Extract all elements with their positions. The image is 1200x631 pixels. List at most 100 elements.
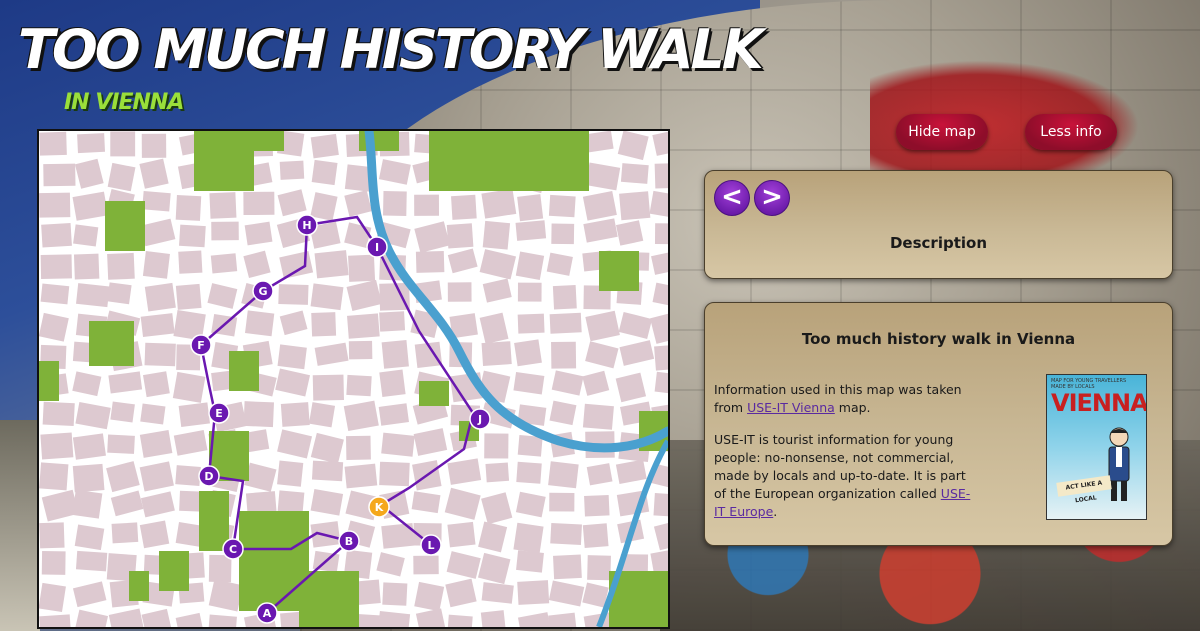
walk-marker-g[interactable]: G — [252, 280, 274, 302]
use-it-vienna-link[interactable]: USE-IT Vienna — [747, 400, 835, 415]
map-block — [481, 188, 517, 219]
map-block — [72, 433, 106, 460]
walk-map[interactable]: A B C D E F G H I J K L — [37, 129, 670, 629]
map-block — [172, 371, 206, 403]
map-block — [107, 162, 136, 192]
map-block — [517, 194, 544, 222]
map-block — [77, 133, 106, 154]
map-block — [446, 223, 474, 249]
map-block — [179, 224, 206, 248]
walk-marker-h[interactable]: H — [296, 214, 318, 236]
map-block — [513, 371, 545, 395]
map-park — [105, 201, 145, 251]
map-block — [516, 550, 544, 573]
map-block — [40, 254, 72, 279]
info-text-span: USE-IT is tourist information for young … — [714, 432, 966, 501]
map-block — [550, 522, 582, 545]
map-block — [552, 284, 577, 310]
hide-map-button[interactable]: Hide map — [896, 114, 988, 150]
map-block — [482, 220, 511, 250]
map-block — [308, 402, 336, 428]
walk-marker-j[interactable]: J — [469, 408, 491, 430]
walk-marker-i[interactable]: I — [366, 236, 388, 258]
map-block — [584, 494, 610, 517]
map-block — [379, 311, 406, 332]
info-paragraph-source: Information used in this map was taken f… — [714, 381, 976, 417]
map-block — [107, 434, 135, 454]
map-block — [654, 163, 668, 189]
map-park — [239, 511, 309, 611]
map-block — [451, 194, 477, 220]
marker-label: F — [197, 339, 205, 352]
walk-marker-b[interactable]: B — [338, 530, 360, 552]
map-block — [311, 159, 338, 186]
map-canvas[interactable]: A B C D E F G H I J K L — [39, 131, 668, 627]
map-park — [39, 361, 59, 401]
info-panel: Too much history walk in Vienna Informat… — [704, 302, 1173, 546]
map-park — [299, 571, 359, 627]
map-block — [312, 374, 344, 401]
walk-marker-e[interactable]: E — [208, 402, 230, 424]
next-arrow-icon[interactable]: > — [754, 180, 790, 216]
map-block — [72, 489, 103, 519]
map-park — [199, 491, 229, 551]
map-park — [159, 551, 189, 591]
marker-label: B — [345, 535, 353, 548]
map-block — [243, 191, 275, 216]
walk-marker-d[interactable]: D — [198, 465, 220, 487]
map-block — [653, 493, 668, 517]
map-block — [383, 191, 407, 217]
map-block — [178, 250, 203, 274]
page-subtitle: IN VIENNA — [64, 90, 184, 115]
marker-label: K — [375, 501, 384, 514]
map-block — [481, 582, 514, 604]
book-cover-title: VIENNA — [1051, 389, 1147, 417]
walk-marker-l[interactable]: L — [420, 534, 442, 556]
map-block — [43, 163, 76, 187]
map-block — [142, 251, 170, 279]
map-block — [40, 432, 74, 460]
walk-marker-f[interactable]: F — [190, 334, 212, 356]
map-block — [141, 133, 167, 158]
marker-label: E — [215, 407, 223, 420]
map-block — [347, 313, 380, 339]
map-block — [144, 342, 176, 367]
map-block — [515, 251, 545, 280]
map-block — [175, 283, 202, 310]
map-block — [415, 250, 445, 273]
marker-label: L — [427, 539, 434, 552]
map-block — [378, 403, 409, 426]
map-block — [480, 610, 506, 627]
previous-arrow-icon[interactable]: < — [714, 180, 750, 216]
map-block — [207, 614, 237, 627]
map-park — [599, 251, 639, 291]
map-block — [142, 190, 171, 212]
map-block — [311, 312, 337, 337]
map-block — [72, 463, 105, 493]
map-block — [111, 522, 139, 544]
map-block — [344, 463, 378, 489]
walk-marker-a[interactable]: A — [256, 602, 278, 624]
map-block — [179, 490, 203, 512]
map-block — [379, 282, 410, 311]
map-block — [107, 252, 135, 280]
map-block — [211, 221, 239, 241]
map-block — [517, 313, 545, 334]
less-info-button[interactable]: Less info — [1025, 114, 1117, 150]
marker-label: G — [258, 285, 267, 298]
walk-marker-k[interactable]: K — [368, 496, 390, 518]
map-block — [278, 284, 309, 305]
map-block — [654, 371, 668, 395]
map-block — [110, 401, 135, 423]
map-block — [139, 430, 173, 458]
map-block — [208, 554, 232, 583]
map-block — [310, 283, 344, 311]
map-block — [654, 223, 668, 245]
info-text: Information used in this map was taken f… — [714, 381, 976, 535]
marker-label: I — [375, 241, 379, 254]
map-block — [654, 344, 668, 371]
use-it-map-cover-image: MAP FOR YOUNG TRAVELLERS MADE BY LOCALS … — [1046, 374, 1147, 520]
walk-marker-c[interactable]: C — [222, 538, 244, 560]
map-block — [178, 402, 211, 428]
map-block — [41, 551, 66, 575]
